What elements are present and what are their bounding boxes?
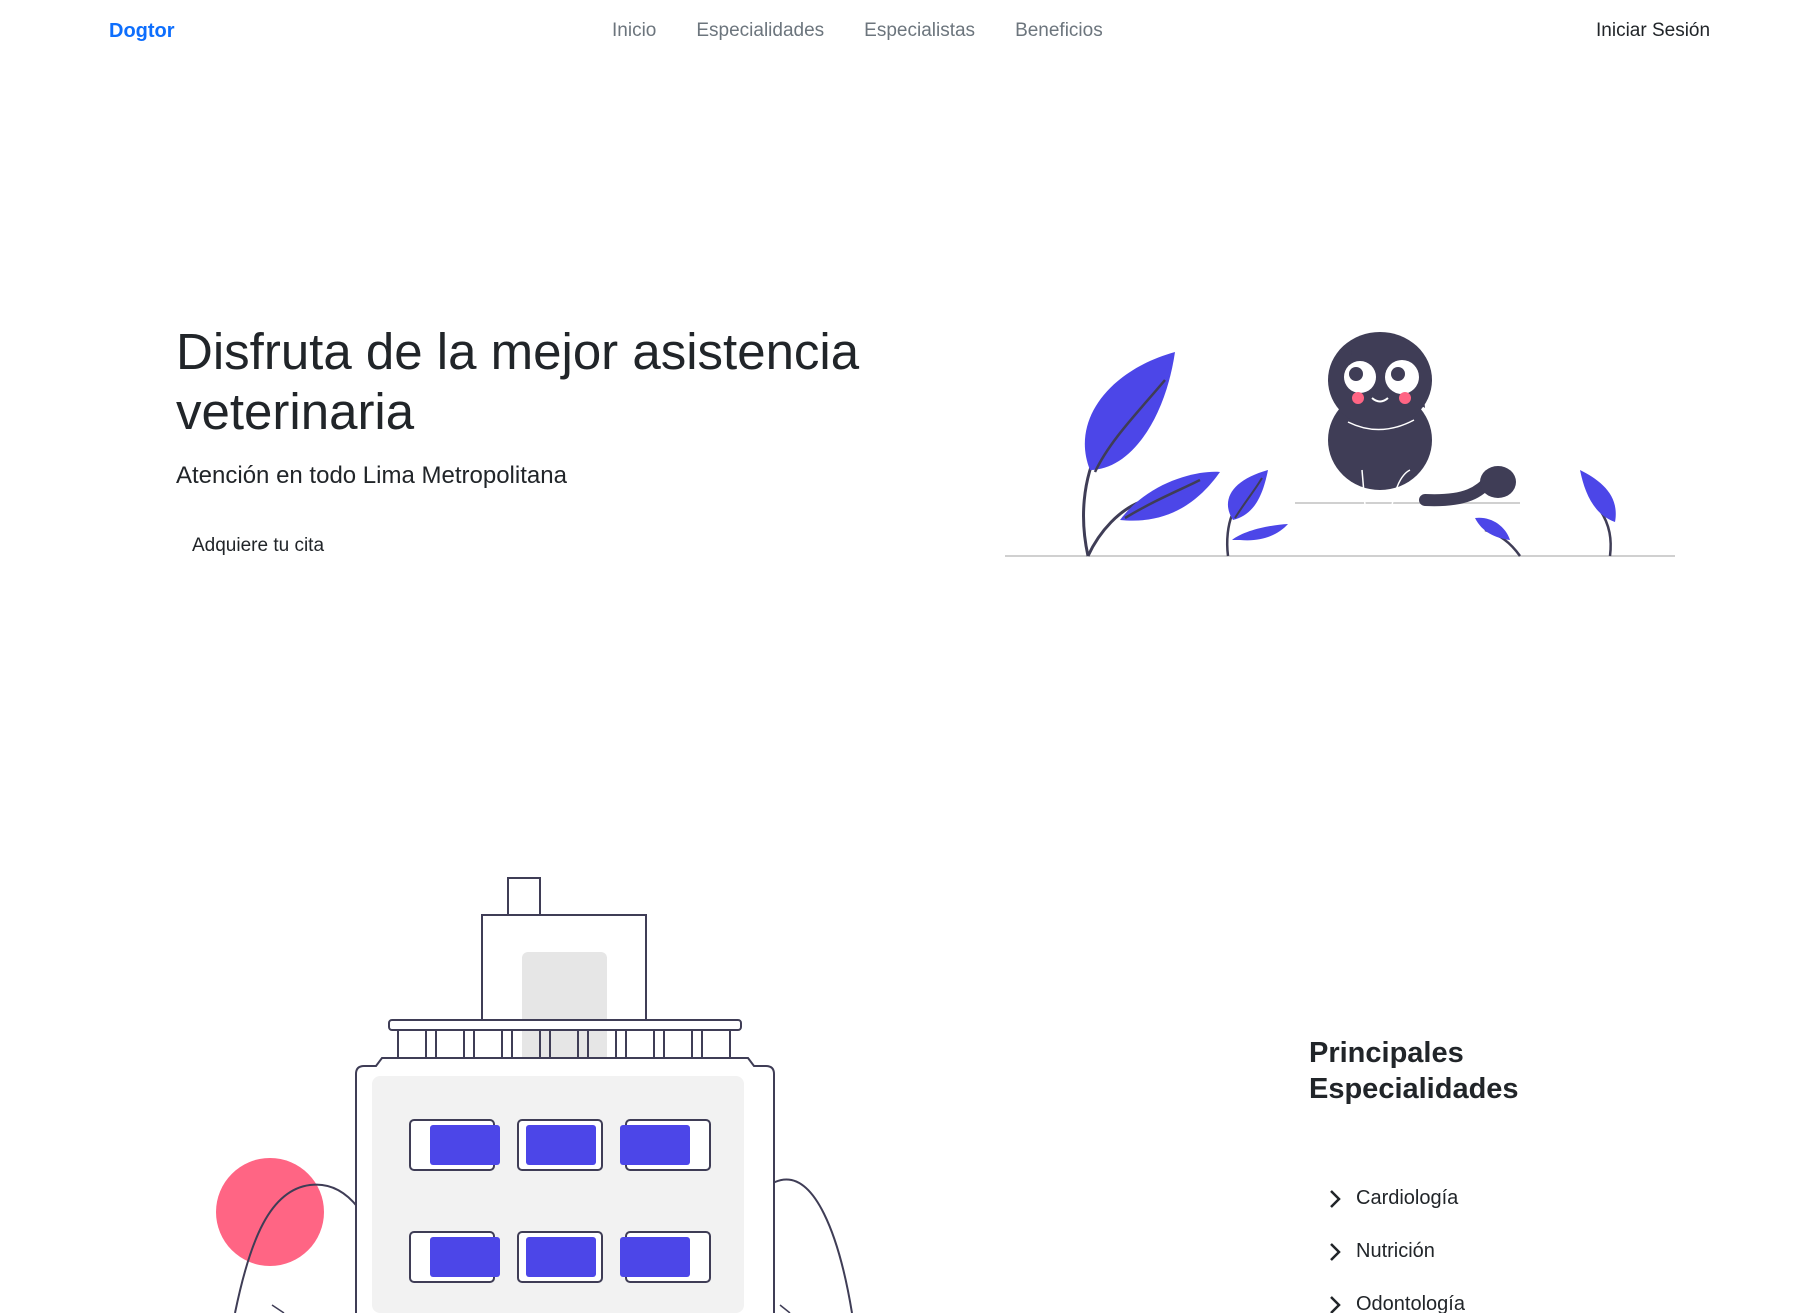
hospital-building-illustration [216, 877, 853, 1313]
specialties-title-text: Principales Especialidades [1309, 1037, 1519, 1105]
nav-link-especialistas[interactable]: Especialistas [864, 20, 975, 42]
chevron-right-icon [1330, 1189, 1341, 1208]
specialty-label: Nutrición [1356, 1240, 1435, 1262]
chevron-right-icon [1330, 1295, 1341, 1313]
nav-link-inicio[interactable]: Inicio [612, 20, 656, 42]
navbar: Dogtor Inicio Especialidades Especialist… [0, 0, 1807, 64]
login-link[interactable]: Iniciar Sesión [1596, 20, 1710, 42]
brand-logo[interactable]: Dogtor [109, 20, 175, 43]
nav-links: Inicio Especialidades Especialistas Bene… [612, 20, 1103, 42]
book-appointment-button[interactable]: Adquiere tu cita [176, 531, 340, 561]
specialty-label: Cardiología [1356, 1187, 1459, 1209]
hero-subtitle: Atención en todo Lima Metropolitana [176, 462, 567, 489]
specialty-item-nutricion[interactable]: Nutrición [1328, 1225, 1465, 1278]
specialty-item-odontologia[interactable]: Odontología [1328, 1278, 1465, 1313]
nav-link-especialidades[interactable]: Especialidades [696, 20, 824, 42]
specialty-item-cardiologia[interactable]: Cardiología [1328, 1172, 1465, 1225]
specialties-list: Cardiología Nutrición Odontología [1328, 1172, 1465, 1313]
chevron-right-icon [1330, 1242, 1341, 1261]
specialty-label: Odontología [1356, 1293, 1465, 1313]
specialties-title: Principales Especialidades [1309, 1035, 1529, 1107]
hero-title: Disfruta de la mejor asistencia veterina… [176, 323, 860, 440]
cat-plants-illustration [1005, 332, 1675, 557]
nav-link-beneficios[interactable]: Beneficios [1015, 20, 1103, 42]
